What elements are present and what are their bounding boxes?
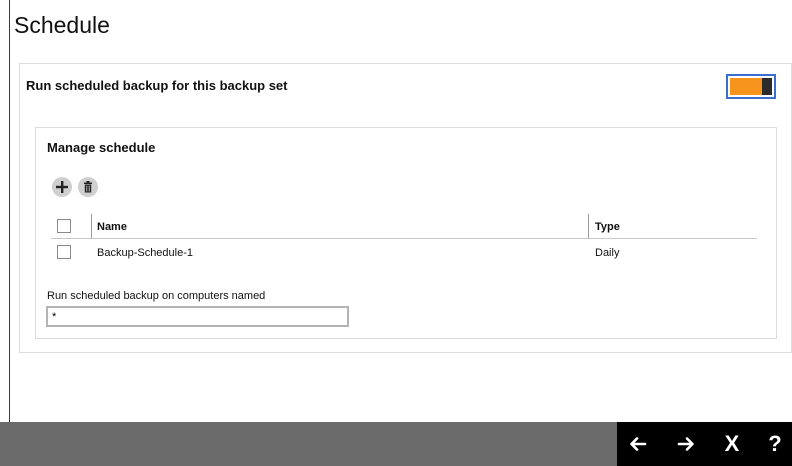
page-title: Schedule — [14, 12, 110, 38]
column-separator — [588, 214, 589, 238]
trash-icon — [84, 181, 92, 193]
column-header-type[interactable]: Type — [595, 221, 620, 233]
window-left-border — [9, 0, 10, 422]
run-scheduled-backup-toggle[interactable] — [726, 74, 776, 99]
arrow-left-icon — [630, 437, 647, 451]
toggle-knob — [762, 78, 772, 95]
close-button[interactable]: X — [715, 422, 749, 466]
column-separator — [91, 214, 92, 238]
help-button[interactable]: ? — [758, 422, 792, 466]
schedule-type-cell: Daily — [595, 247, 620, 259]
select-all-checkbox[interactable] — [57, 219, 71, 233]
column-header-name[interactable]: Name — [97, 221, 127, 233]
manage-schedule-title: Manage schedule — [47, 140, 156, 155]
add-schedule-button[interactable] — [52, 177, 72, 197]
footer-bar: X ? — [0, 422, 792, 466]
footer-nav-area: X ? — [617, 422, 792, 466]
help-label: ? — [768, 431, 782, 456]
back-button[interactable] — [621, 422, 655, 466]
delete-schedule-button[interactable] — [78, 177, 98, 197]
computers-named-label: Run scheduled backup on computers named — [47, 290, 266, 302]
plus-icon — [56, 181, 68, 193]
toggle-track — [730, 78, 772, 95]
row-checkbox[interactable] — [57, 245, 71, 259]
table-header-divider — [51, 238, 757, 239]
schedule-name-cell[interactable]: Backup-Schedule-1 — [97, 247, 193, 259]
computers-named-input[interactable] — [46, 306, 349, 327]
close-label: X — [724, 431, 740, 456]
arrow-right-icon — [677, 437, 694, 451]
run-scheduled-backup-label: Run scheduled backup for this backup set — [26, 78, 288, 93]
next-button[interactable] — [669, 422, 703, 466]
